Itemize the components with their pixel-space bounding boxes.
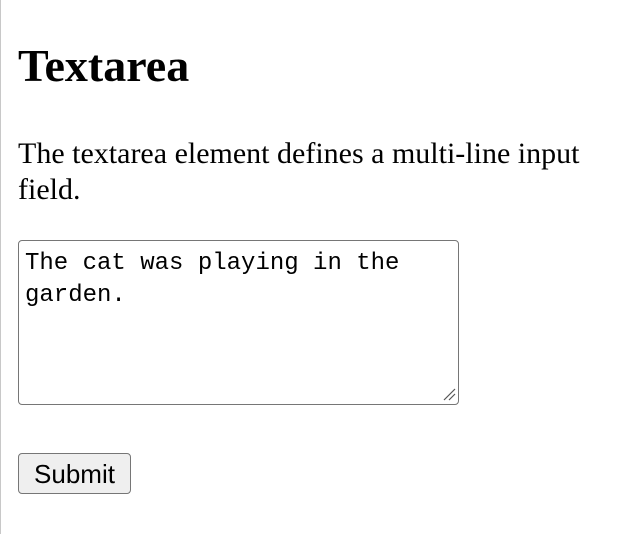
submit-button[interactable]: Submit (18, 453, 131, 494)
page-left-border (0, 0, 1, 534)
page-description: The textarea element defines a multi-lin… (18, 137, 580, 206)
page-title: Textarea (18, 40, 190, 91)
resize-handle-icon[interactable] (442, 387, 456, 401)
message-textarea[interactable]: The cat was playing in the garden. (18, 240, 459, 405)
